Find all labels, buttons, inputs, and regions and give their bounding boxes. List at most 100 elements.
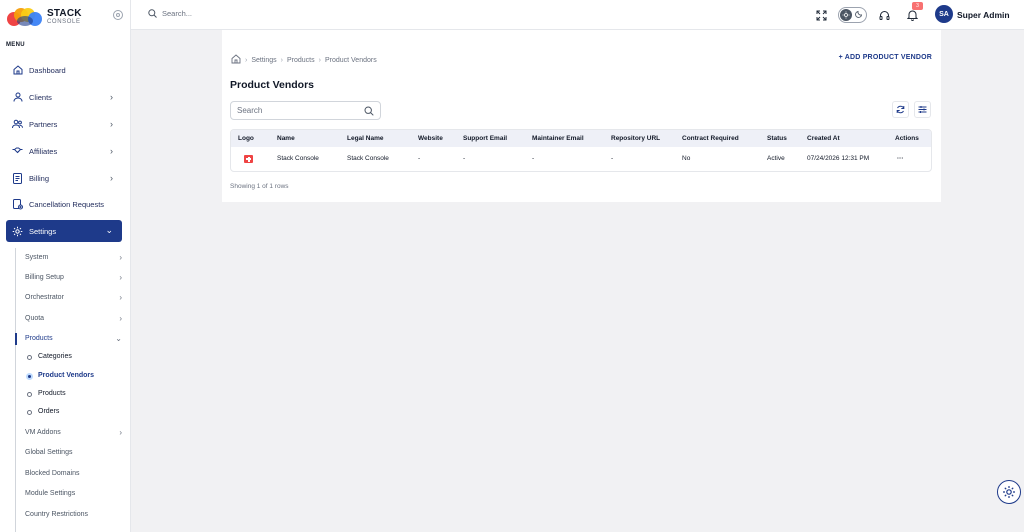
stack-console-logo-icon [7, 8, 42, 26]
breadcrumb-products[interactable]: Products [287, 57, 315, 64]
chevron-right-icon: › [110, 92, 113, 102]
search-icon [148, 9, 157, 18]
gear-icon [1003, 486, 1015, 498]
products-sub-product-vendors[interactable]: Product Vendors [26, 370, 95, 382]
page-title: Product Vendors [230, 79, 315, 91]
home-icon[interactable] [231, 54, 241, 66]
sidebar-item-partners[interactable]: Partners › [6, 113, 122, 135]
cell-maintainer-email: - [532, 155, 535, 162]
pagination-info: Showing 1 of 1 rows [230, 183, 289, 190]
sub-item-label: Country Restrictions [25, 511, 89, 518]
filter-settings-button[interactable] [914, 101, 931, 118]
user-name[interactable]: Super Admin [957, 10, 1010, 20]
document-icon [12, 172, 23, 184]
settings-sub-module-settings[interactable]: Module Settings [25, 488, 123, 500]
settings-sub-orchestrator[interactable]: Orchestrator › [25, 292, 123, 304]
chevron-right-icon: › [110, 119, 113, 129]
circle-icon [27, 391, 32, 397]
notification-count-badge: 3 [912, 2, 923, 10]
chevron-right-icon: › [119, 293, 122, 302]
column-header: Actions [895, 135, 919, 142]
column-header: Logo [238, 135, 254, 142]
cell-website: - [418, 155, 421, 162]
sidebar-item-clients[interactable]: Clients › [6, 86, 122, 108]
submenu-rail-active-marker [15, 333, 17, 345]
brand-name: STACK [47, 8, 82, 19]
sidebar-item-affiliates[interactable]: Affiliates › [6, 140, 122, 162]
products-sub-products[interactable]: Products [27, 388, 66, 400]
sub-item-label: Blocked Domains [25, 470, 80, 477]
sub-item-label: Products [25, 335, 53, 342]
sidebar-item-label: Affiliates [29, 146, 58, 156]
table-header: Logo Name Legal Name Website Support Ema… [231, 130, 931, 147]
column-header: Name [277, 135, 295, 142]
handshake-icon [12, 146, 23, 157]
circle-filled-icon [26, 372, 33, 380]
leaf-label: Categories [38, 353, 72, 360]
sidebar-item-dashboard[interactable]: Dashboard [6, 59, 122, 81]
table-search-input[interactable]: Search [230, 101, 381, 120]
settings-sub-country-restrictions[interactable]: Country Restrictions [25, 509, 123, 521]
submenu-rail [15, 248, 16, 532]
column-header: Repository URL [611, 135, 661, 142]
headset-icon[interactable] [877, 8, 891, 22]
leaf-label: Products [38, 390, 66, 397]
vendors-table: Logo Name Legal Name Website Support Ema… [230, 129, 932, 172]
chevron-right-icon: › [119, 428, 122, 437]
sidebar-item-label: Settings [29, 226, 57, 236]
fullscreen-icon[interactable] [814, 8, 828, 22]
chevron-right-icon: › [110, 173, 113, 183]
sub-item-label: VM Addons [25, 429, 61, 436]
settings-sub-blocked-domains[interactable]: Blocked Domains [25, 468, 123, 480]
cell-legal-name: Stack Console [347, 155, 389, 162]
breadcrumb-settings[interactable]: Settings [251, 57, 276, 64]
settings-sub-billing-setup[interactable]: Billing Setup › [25, 272, 123, 284]
chevron-right-icon: › [119, 314, 122, 323]
column-header: Legal Name [347, 135, 384, 142]
cell-contract-required: No [682, 155, 691, 162]
row-actions-button[interactable]: ··· [897, 155, 904, 162]
refresh-button[interactable] [892, 101, 909, 118]
table-row[interactable]: Stack Console Stack Console - - - - No A… [231, 147, 931, 171]
sidebar-item-cancellation-requests[interactable]: Cancellation Requests [6, 193, 122, 215]
sidebar-item-label: Clients [29, 92, 52, 102]
menu-label: MENU [6, 42, 25, 48]
settings-fab-button[interactable] [997, 480, 1021, 504]
breadcrumb-separator: › [280, 56, 283, 64]
topbar: Search... 3 SA Super Admin [131, 0, 1024, 30]
sub-item-label: Module Settings [25, 490, 76, 497]
sidebar-collapse-button[interactable] [113, 10, 123, 20]
circle-icon [27, 409, 32, 415]
bell-icon[interactable] [905, 8, 919, 22]
home-icon [12, 65, 23, 76]
leaf-label: Product Vendors [38, 372, 95, 379]
settings-sub-global-settings[interactable]: Global Settings [25, 447, 123, 459]
sidebar-item-label: Dashboard [29, 65, 66, 75]
avatar[interactable]: SA [935, 5, 953, 23]
chevron-down-icon: ⌄ [115, 334, 122, 343]
settings-sub-quota[interactable]: Quota › [25, 313, 123, 325]
settings-sub-products[interactable]: Products ⌄ [25, 333, 123, 345]
add-product-vendor-button[interactable]: + ADD PRODUCT VENDOR [839, 54, 932, 61]
breadcrumb: › Settings › Products › Product Vendors [231, 54, 377, 66]
sidebar-item-label: Partners [29, 119, 58, 129]
sidebar-item-label: Cancellation Requests [29, 199, 105, 209]
sidebar: STACK CONSOLE MENU Dashboard Clients › P… [0, 0, 131, 532]
sub-item-label: Quota [25, 315, 45, 322]
theme-toggle[interactable] [838, 7, 867, 23]
sidebar-item-settings[interactable]: Settings ⌄ [6, 220, 122, 242]
chevron-right-icon: › [119, 273, 122, 282]
sidebar-item-billing[interactable]: Billing › [6, 167, 122, 189]
breadcrumb-separator: › [245, 56, 248, 64]
products-sub-orders[interactable]: Orders [27, 406, 59, 418]
settings-sub-vm-addons[interactable]: VM Addons › [25, 427, 123, 439]
users-icon [12, 119, 23, 130]
leaf-label: Orders [38, 408, 60, 415]
cancel-document-icon [12, 198, 23, 210]
settings-sub-system[interactable]: System › [25, 252, 123, 264]
global-search[interactable]: Search... [148, 9, 192, 18]
refresh-icon [896, 105, 905, 114]
chevron-right-icon: › [119, 253, 122, 262]
products-sub-categories[interactable]: Categories [27, 351, 72, 363]
logo[interactable]: STACK CONSOLE [6, 6, 82, 28]
